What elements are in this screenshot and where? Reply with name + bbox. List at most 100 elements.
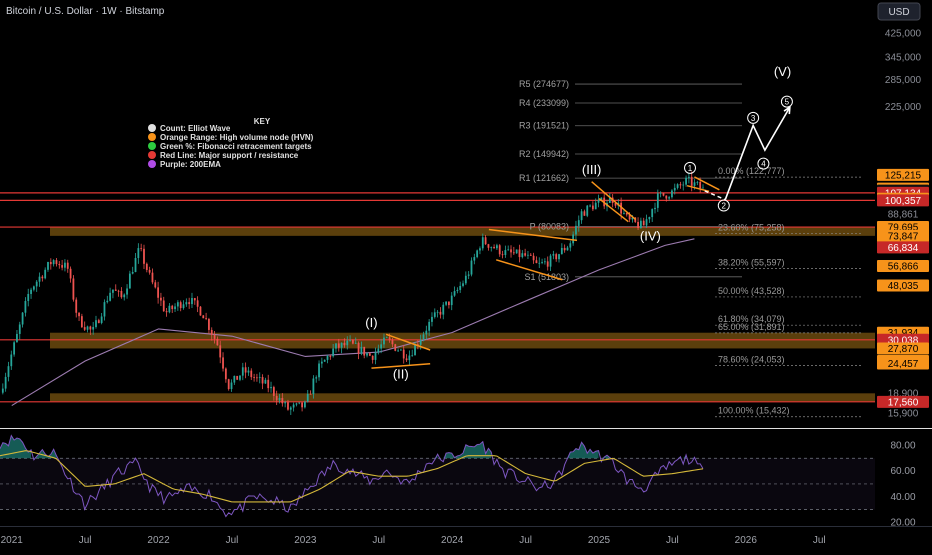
key-dot-icon bbox=[148, 133, 156, 141]
count-number: 1 bbox=[688, 164, 693, 173]
key-dot-icon bbox=[148, 142, 156, 150]
candle-body bbox=[397, 350, 399, 352]
candle bbox=[236, 375, 239, 380]
candle-body bbox=[219, 345, 222, 358]
bitcoin-chart[interactable]: 0.00% (122,777) 23.60% (75,258) 38.20% (55… bbox=[0, 0, 932, 550]
candle-body bbox=[448, 301, 450, 306]
hvn-zone bbox=[50, 332, 875, 349]
candle-body bbox=[162, 300, 165, 312]
candle-body bbox=[408, 355, 411, 361]
candle-body bbox=[679, 184, 682, 186]
candle-body bbox=[329, 356, 332, 357]
candle-body bbox=[157, 287, 160, 298]
candle-body bbox=[654, 207, 656, 210]
candle-body bbox=[148, 269, 151, 273]
candle-body bbox=[114, 289, 117, 291]
candle-body bbox=[145, 263, 148, 270]
price-axis-tick: 225,000 bbox=[885, 102, 922, 113]
candle-body bbox=[487, 244, 490, 248]
candle-body bbox=[292, 404, 295, 408]
candle-body bbox=[459, 285, 462, 290]
candle bbox=[586, 205, 589, 218]
candle-body bbox=[639, 220, 642, 229]
candle-body bbox=[64, 262, 66, 268]
candle-body bbox=[247, 370, 250, 373]
candle-body bbox=[363, 346, 366, 356]
count-number: 5 bbox=[785, 98, 790, 107]
candle-body bbox=[648, 217, 651, 220]
candle-body bbox=[662, 192, 665, 196]
candle-body bbox=[400, 349, 402, 351]
candle-body bbox=[143, 248, 145, 264]
time-axis-tick: 2021 bbox=[1, 535, 24, 546]
currency-badge[interactable]: USD bbox=[877, 2, 921, 21]
candle-body bbox=[112, 289, 114, 293]
candle-body bbox=[532, 255, 535, 261]
candle-body bbox=[470, 260, 473, 275]
candle-body bbox=[216, 338, 219, 346]
candle-body bbox=[75, 299, 78, 313]
candle-body bbox=[239, 375, 241, 380]
candle-body bbox=[405, 358, 408, 361]
candle-body bbox=[572, 234, 575, 244]
candle-body bbox=[264, 379, 267, 384]
time-axis-tick: 2025 bbox=[588, 535, 611, 546]
candle-body bbox=[687, 176, 690, 178]
candle-body bbox=[668, 197, 671, 199]
price-axis-tick: 285,000 bbox=[885, 75, 922, 86]
price-axis-badge: 27,870 bbox=[877, 342, 929, 355]
candle-body bbox=[120, 290, 123, 298]
candle-body bbox=[476, 250, 479, 258]
candle-body bbox=[272, 387, 275, 396]
candle-body bbox=[589, 205, 591, 207]
candle-body bbox=[473, 257, 476, 261]
candle-body bbox=[366, 353, 368, 356]
candle-body bbox=[134, 258, 137, 272]
candle-body bbox=[377, 348, 380, 353]
candle-body bbox=[380, 344, 383, 349]
candle-body bbox=[433, 312, 436, 317]
candle-body bbox=[174, 306, 176, 310]
candle-body bbox=[24, 300, 27, 313]
candle-body bbox=[388, 337, 391, 341]
candle-body bbox=[83, 327, 86, 330]
candle-body bbox=[284, 402, 287, 404]
candle-body bbox=[253, 377, 255, 378]
fib-level-label: 0.00% (122,777) bbox=[718, 166, 785, 176]
candle-body bbox=[394, 344, 397, 351]
candle-body bbox=[659, 192, 662, 194]
candle-body bbox=[566, 247, 569, 251]
candle-body bbox=[428, 321, 431, 331]
pivot-label: R4 (233099) bbox=[519, 98, 569, 108]
candle-body bbox=[464, 275, 467, 284]
candle-body bbox=[422, 334, 425, 340]
chart-window: 0.00% (122,777) 23.60% (75,258) 38.20% (55… bbox=[0, 0, 932, 550]
candle-body bbox=[597, 199, 600, 203]
candle-body bbox=[575, 225, 577, 235]
candle-body bbox=[4, 376, 7, 389]
candle-body bbox=[431, 316, 433, 322]
candle-body bbox=[529, 254, 532, 256]
candle-body bbox=[693, 182, 696, 186]
fib-level-label: 100.00% (15,432) bbox=[718, 406, 790, 416]
candle-body bbox=[298, 402, 301, 404]
candle-body bbox=[278, 398, 281, 401]
candle-body bbox=[275, 395, 278, 401]
candle-body bbox=[171, 305, 174, 310]
candle-body bbox=[179, 302, 182, 309]
price-axis-badge: 125,215 bbox=[877, 168, 929, 181]
key-item: Count: Elliot Wave bbox=[148, 124, 231, 133]
candle-body bbox=[131, 271, 134, 274]
candle-body bbox=[224, 368, 227, 380]
candle-body bbox=[95, 320, 97, 327]
count-number: 4 bbox=[761, 160, 766, 169]
candle-body bbox=[371, 355, 374, 360]
candle-body bbox=[507, 249, 510, 251]
candle bbox=[515, 249, 518, 254]
candle-body bbox=[66, 262, 69, 269]
candle-body bbox=[244, 367, 247, 373]
candle-body bbox=[233, 375, 236, 383]
price-badge-text: 27,870 bbox=[888, 344, 919, 355]
candle-body bbox=[357, 342, 360, 354]
candle-body bbox=[185, 302, 188, 305]
